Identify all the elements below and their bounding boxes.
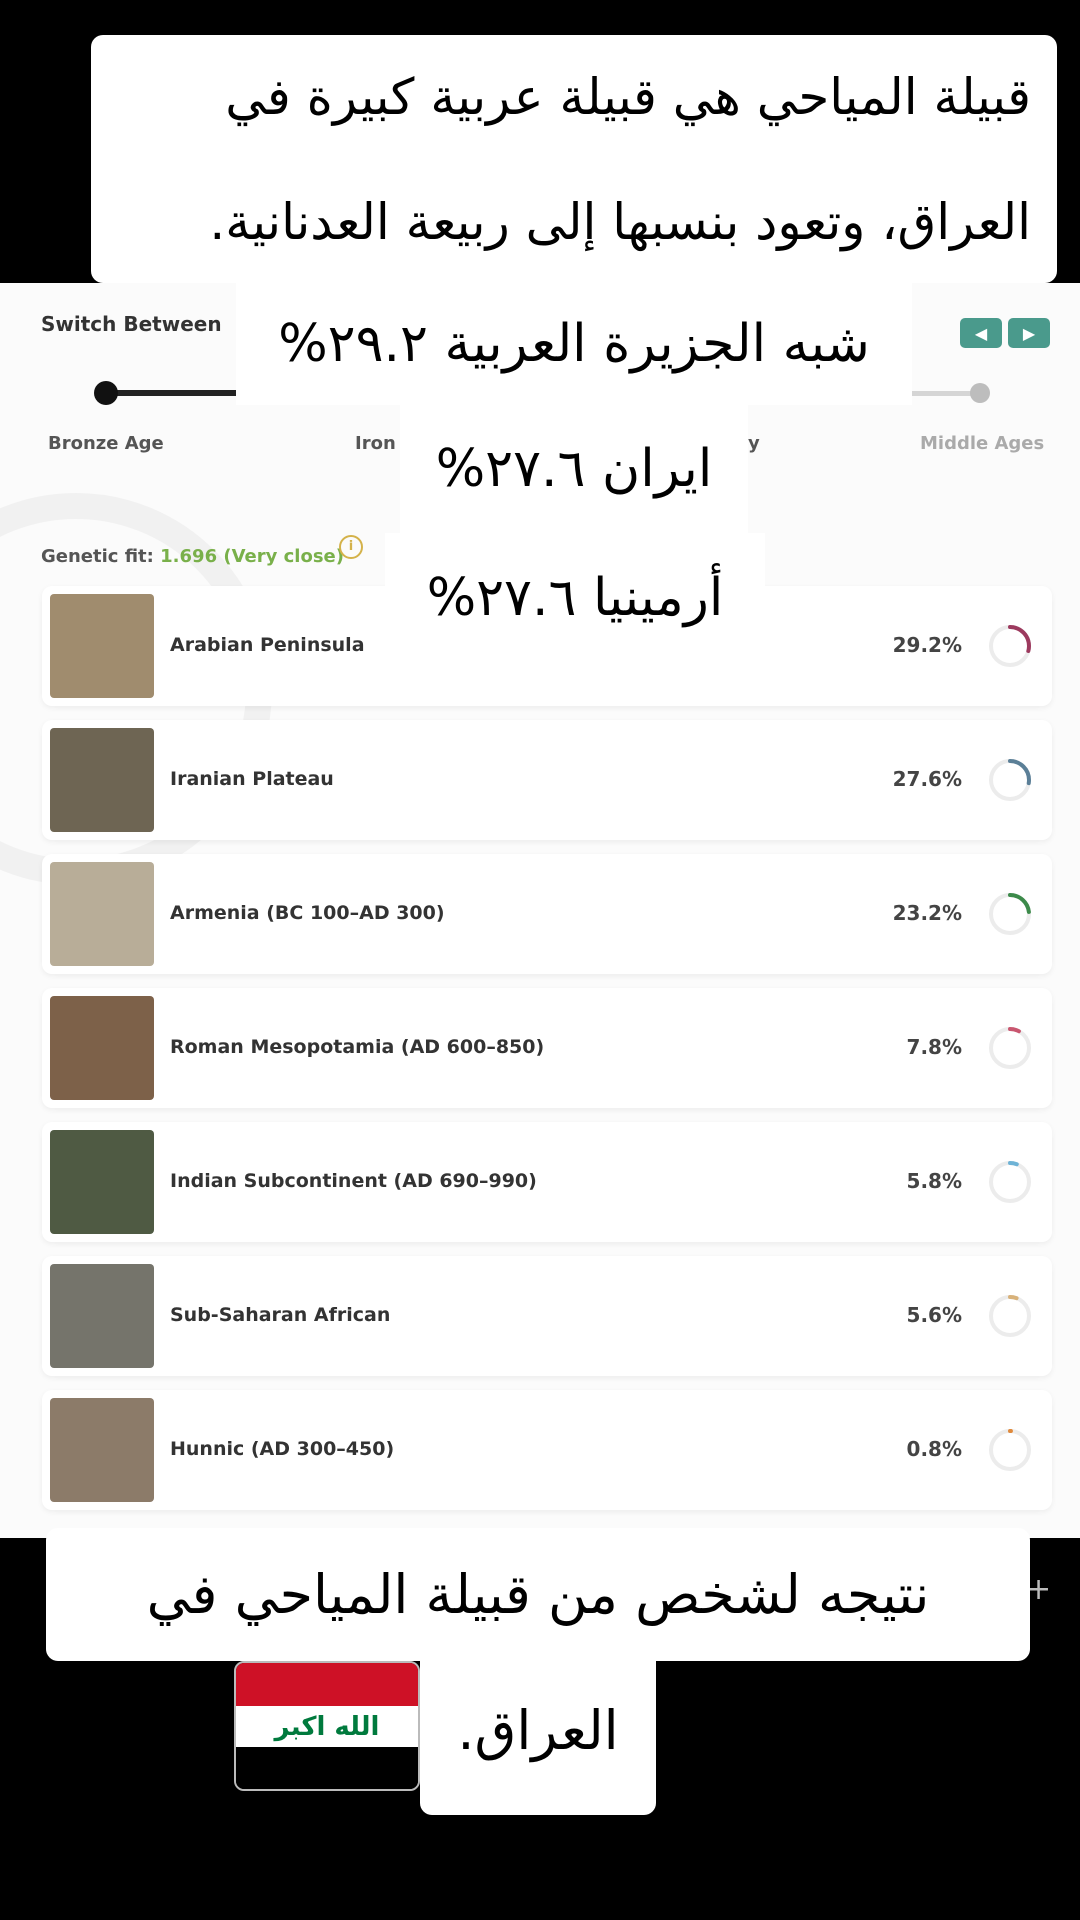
population-thumbnail: [50, 1130, 154, 1234]
population-thumbnail: [50, 862, 154, 966]
switch-between-label: Switch Between: [41, 312, 222, 336]
population-name: Sub-Saharan African: [170, 1304, 391, 1326]
era-label-bronze-age[interactable]: Bronze Age: [48, 433, 164, 454]
population-percent: 0.8%: [906, 1437, 962, 1461]
flag-inscription: الله اكبر: [236, 1705, 418, 1748]
population-row[interactable]: Sub-Saharan African 5.6%: [42, 1256, 1052, 1376]
country-caption: العراق.: [420, 1661, 656, 1815]
population-name: Roman Mesopotamia (AD 600–850): [170, 1036, 545, 1058]
population-name: Indian Subcontinent (AD 690–990): [170, 1170, 537, 1192]
percent-ring-icon: [989, 893, 1031, 935]
percent-ring-icon: [989, 1161, 1031, 1203]
genetic-fit-value: 1.696 (Very close): [160, 546, 344, 567]
caption-arabian-peninsula: شبه الجزيرة العربية ٢٩.٢%: [236, 283, 912, 405]
era-label-partial[interactable]: y: [748, 433, 760, 454]
prev-arrow-button[interactable]: ◀: [960, 318, 1002, 348]
population-percent: 5.8%: [906, 1169, 962, 1193]
percent-ring-icon: [989, 759, 1031, 801]
population-row[interactable]: Hunnic (AD 300–450) 0.8%: [42, 1390, 1052, 1510]
population-percent: 27.6%: [892, 767, 962, 791]
population-percent: 23.2%: [892, 901, 962, 925]
population-percent: 7.8%: [906, 1035, 962, 1059]
era-slider-handle[interactable]: [94, 381, 118, 405]
population-name: Arabian Peninsula: [170, 634, 365, 656]
percent-ring-icon: [989, 1295, 1031, 1337]
intro-caption: قبيلة المياحي هي قبيلة عربية كبيرة في ال…: [91, 35, 1057, 283]
result-caption: نتيجه لشخص من قبيلة المياحي في: [46, 1528, 1030, 1661]
population-name: Hunnic (AD 300–450): [170, 1438, 395, 1460]
era-navigation: ◀ ▶: [960, 318, 1050, 348]
population-thumbnail: [50, 594, 154, 698]
iraq-flag-icon: الله اكبر: [234, 1661, 420, 1791]
era-label-middle-ages[interactable]: Middle Ages: [920, 433, 1044, 454]
population-thumbnail: [50, 1264, 154, 1368]
era-slider-end-handle[interactable]: [970, 383, 990, 403]
population-thumbnail: [50, 728, 154, 832]
population-row[interactable]: Armenia (BC 100–AD 300) 23.2%: [42, 854, 1052, 974]
population-row[interactable]: Indian Subcontinent (AD 690–990) 5.8%: [42, 1122, 1052, 1242]
population-thumbnail: [50, 996, 154, 1100]
genetic-fit: Genetic fit: 1.696 (Very close): [41, 546, 344, 567]
info-icon[interactable]: i: [339, 535, 363, 559]
population-row[interactable]: Iranian Plateau 27.6%: [42, 720, 1052, 840]
population-name: Armenia (BC 100–AD 300): [170, 902, 445, 924]
population-name: Iranian Plateau: [170, 768, 334, 790]
percent-ring-icon: [989, 625, 1031, 667]
next-arrow-button[interactable]: ▶: [1008, 318, 1050, 348]
genetic-fit-label: Genetic fit:: [41, 546, 154, 567]
population-percent: 29.2%: [892, 633, 962, 657]
population-list: Arabian Peninsula 29.2% Iranian Plateau …: [42, 586, 1052, 1524]
era-label-iron[interactable]: Iron: [355, 433, 396, 454]
caption-iran: ايران ٢٧.٦%: [400, 405, 748, 533]
population-percent: 5.6%: [906, 1303, 962, 1327]
population-thumbnail: [50, 1398, 154, 1502]
population-row[interactable]: Roman Mesopotamia (AD 600–850) 7.8%: [42, 988, 1052, 1108]
caption-armenia: أرمينيا ٢٧.٦%: [385, 533, 765, 673]
percent-ring-icon: [989, 1429, 1031, 1471]
percent-ring-icon: [989, 1027, 1031, 1069]
